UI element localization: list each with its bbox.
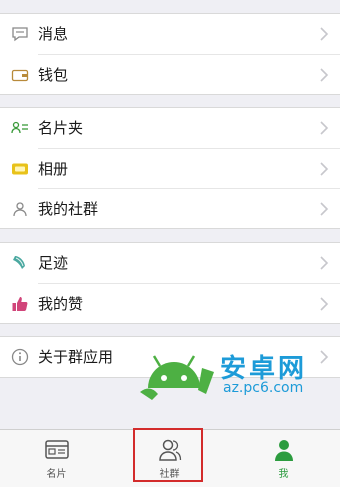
watermark-url: az.pc6.com — [223, 380, 304, 396]
info-icon — [10, 347, 30, 367]
chevron-right-icon — [318, 255, 330, 271]
menu-item-my-community[interactable]: 我的社群 — [13, 188, 340, 228]
tab-label: 我 — [278, 469, 289, 480]
footprint-icon — [10, 253, 30, 273]
photo-album-icon — [10, 159, 30, 179]
menu-item-photo-album[interactable]: 相册 — [12, 148, 340, 188]
menu-group-1: 消息 钱包 — [0, 13, 340, 95]
menu-item-my-likes[interactable]: 我的赞 — [12, 283, 340, 323]
menu-item-label: 足迹 — [38, 254, 69, 272]
chevron-right-icon — [318, 67, 330, 83]
annotation-highlight-box — [133, 428, 203, 482]
menu-item-card-holder[interactable]: 名片夹 — [0, 108, 340, 148]
menu-item-label: 关于群应用 — [38, 348, 114, 366]
wallet-icon — [10, 65, 30, 85]
chevron-right-icon — [318, 161, 330, 177]
menu-item-footprints[interactable]: 足迹 — [0, 243, 340, 283]
message-icon — [10, 24, 30, 44]
chevron-right-icon — [318, 296, 330, 312]
menu-group-3: 足迹 我的赞 — [0, 242, 340, 324]
person-icon — [271, 438, 297, 462]
menu-item-label: 我的社群 — [38, 200, 99, 218]
chevron-right-icon — [318, 26, 330, 42]
tab-label: 名片 — [46, 469, 67, 480]
id-card-icon — [44, 438, 70, 462]
menu-item-label: 相册 — [38, 160, 69, 178]
community-icon — [10, 199, 30, 219]
thumbs-up-icon — [10, 294, 30, 314]
menu-item-label: 钱包 — [38, 66, 69, 84]
business-card-icon — [10, 118, 30, 138]
android-logo-icon — [140, 355, 214, 400]
chevron-right-icon — [318, 120, 330, 136]
menu-item-messages[interactable]: 消息 — [0, 14, 340, 54]
menu-item-wallet[interactable]: 钱包 — [11, 54, 340, 94]
menu-group-2: 名片夹 相册 我的社群 — [0, 107, 340, 229]
tab-me[interactable]: 我 — [227, 430, 340, 487]
menu-item-label: 我的赞 — [38, 295, 84, 313]
menu-item-label: 消息 — [38, 25, 69, 43]
site-watermark: 安卓网 az.pc6.com — [140, 346, 340, 406]
tab-cards[interactable]: 名片 — [0, 430, 113, 487]
chevron-right-icon — [318, 201, 330, 217]
menu-item-label: 名片夹 — [38, 119, 84, 137]
